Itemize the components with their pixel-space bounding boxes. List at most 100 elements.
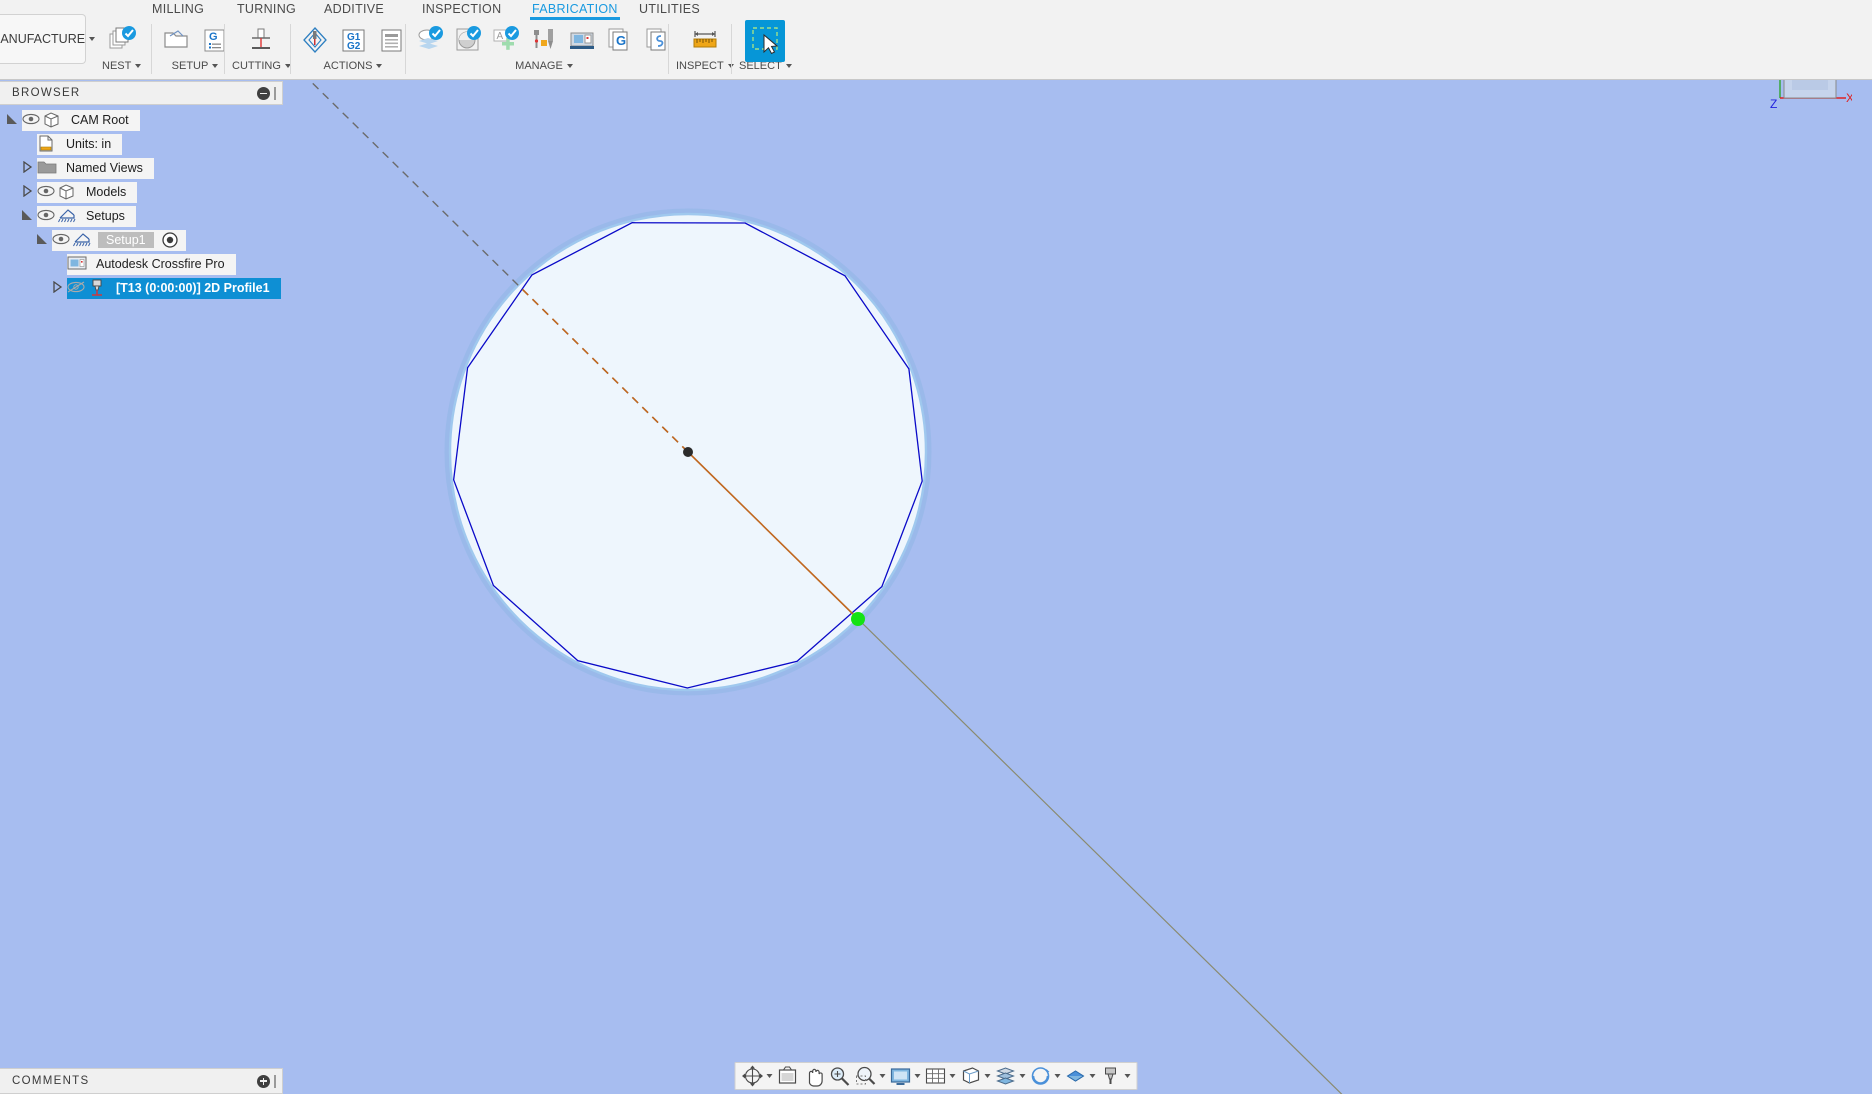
tab-utilities[interactable]: UTILITIES [637,0,702,16]
panel-select: SELECT [739,20,792,80]
navbar-orbit-icon[interactable] [740,1064,775,1088]
tab-label: ADDITIVE [324,2,385,16]
navbar-grid-snaps-icon[interactable] [923,1064,958,1088]
navbar-zoom-window-icon[interactable] [853,1064,888,1088]
script-library-icon[interactable] [640,20,676,60]
panel-label-cutting[interactable]: CUTTING [232,60,291,72]
panel-label-actions[interactable]: ACTIONS [324,60,383,72]
expand-arrow-down-icon[interactable] [6,113,20,127]
panel-label-nest[interactable]: NEST [102,60,142,72]
tab-inspection[interactable]: INSPECTION [420,0,503,16]
tree-item-label: Autodesk Crossfire Pro [96,257,225,271]
tab-milling[interactable]: MILLING [150,0,206,16]
ribbon-tab-bar: MILLING TURNING ADDITIVE INSPECTION FABRICAT… [0,0,1872,20]
machine-library-icon[interactable] [564,20,600,60]
toolpath-start-point[interactable] [851,612,865,626]
navbar-pan-icon[interactable] [801,1064,827,1088]
center-point[interactable] [683,447,693,457]
tree-row-content[interactable]: Models [37,181,138,203]
navbar-object-visibility-icon[interactable] [1028,1064,1063,1088]
tab-fabrication[interactable]: FABRICATION [530,0,620,20]
plus-circle-icon[interactable] [257,1074,270,1088]
measure-icon[interactable] [687,20,723,60]
navbar-viewports-icon[interactable] [958,1064,993,1088]
tab-turning[interactable]: TURNING [235,0,298,16]
navbar-display-settings-icon[interactable] [888,1064,923,1088]
expand-arrow-right-icon[interactable] [21,160,35,175]
navbar-toolpath-display-icon[interactable] [1098,1064,1133,1088]
chevron-down-icon [1019,1074,1026,1078]
expand-arrow-right-icon[interactable] [51,280,65,295]
generate-toolpath-icon[interactable] [412,20,448,60]
post-process-g1g2-icon[interactable]: G1 G2 [335,20,371,60]
tree-item-autodesk-crossfire-pro[interactable]: Autodesk Crossfire Pro [0,252,283,276]
tree-item-units-in[interactable]: Units: in [0,132,283,156]
inspect-label: INSPECT [676,60,724,72]
chevron-down-icon [1124,1074,1131,1078]
tree-item-t13-0-00-00-2d-profile1[interactable]: [T13 (0:00:00)] 2D Profile1 [0,276,283,300]
toolpath-display-icon [1100,1065,1122,1087]
create-nc-program-icon[interactable]: A [488,20,524,60]
comments-panel-header: COMMENTS [0,1068,283,1094]
svg-text:G: G [616,33,626,48]
tab-additive[interactable]: ADDITIVE [322,0,386,16]
navbar-component-color-icon[interactable] [993,1064,1028,1088]
minus-circle-icon[interactable] [257,86,270,100]
eye-visible-icon[interactable] [37,208,57,224]
tree-item-setups[interactable]: Setups [0,204,283,228]
tree-row-content[interactable]: Setups [37,205,136,227]
generate-all-icon[interactable] [450,20,486,60]
expand-arrow-down-icon[interactable] [36,233,50,247]
panel-label-manage[interactable]: MANAGE [515,60,573,72]
eye-visible-icon[interactable] [22,112,42,128]
units-document-icon [37,135,59,153]
panel-label-setup[interactable]: SETUP [172,60,219,72]
rapid-move-line[interactable] [857,618,1714,1094]
tree-item-models[interactable]: Models [0,180,283,204]
tree-item-setup1[interactable]: Setup1 [0,228,283,252]
workspace-switcher[interactable]: MANUFACTURE [0,14,96,64]
select-window-icon[interactable] [745,20,786,62]
panel-cutting: CUTTING [232,20,291,80]
tree-row-content[interactable]: Setup1 [52,229,186,251]
expand-arrow-down-icon[interactable] [21,209,35,223]
expand-arrow-right-icon[interactable] [21,184,35,199]
tool-library-icon[interactable] [526,20,562,60]
browser-resize-grip[interactable] [274,86,276,100]
tree-row-content[interactable]: Autodesk Crossfire Pro [67,253,236,275]
eye-visible-icon[interactable] [52,232,72,248]
browser-title: BROWSER [12,87,81,99]
setup-sheet-icon[interactable] [373,20,409,60]
new-setup-icon[interactable] [158,20,194,60]
tree-item-cam-root[interactable]: CAM Root [0,108,283,132]
cutting-label: CUTTING [232,60,281,72]
tree-row-content[interactable]: [T13 (0:00:00)] 2D Profile1 [67,277,281,299]
nest-icon[interactable] [104,20,140,60]
tree-item-named-views[interactable]: Named Views [0,156,283,180]
tree-row-content[interactable]: Units: in [37,133,123,155]
navbar-effects-icon[interactable] [1063,1064,1098,1088]
comments-resize-grip[interactable] [274,1074,276,1088]
panel-setup: G SETUP [158,20,232,80]
active-setup-radio[interactable] [161,232,178,248]
chevron-down-icon [1089,1074,1096,1078]
cutting-2d-profile-icon[interactable] [243,20,279,60]
eye-visible-icon[interactable] [37,184,57,200]
navbar-zoom-icon[interactable] [827,1064,853,1088]
post-library-icon[interactable]: G [602,20,638,60]
divider [405,24,406,74]
cam-root-icon [42,111,64,129]
tab-label: FABRICATION [532,2,618,16]
component-color-icon [995,1065,1017,1087]
panel-actions: G1 G2 ACTIONS [297,20,409,80]
tree-row-content[interactable]: CAM Root [22,109,140,131]
tree-row-content[interactable]: Named Views [37,157,154,179]
tree-item-label: Units: in [66,137,112,151]
panel-label-inspect[interactable]: INSPECT [676,60,734,72]
manual-ngc-icon[interactable]: G [196,20,232,60]
orbit-icon [742,1065,764,1087]
navbar-look-at-icon[interactable] [775,1064,801,1088]
simulate-icon[interactable] [297,20,333,60]
tab-label: INSPECTION [422,2,502,16]
eye-hidden-icon[interactable] [67,280,87,296]
